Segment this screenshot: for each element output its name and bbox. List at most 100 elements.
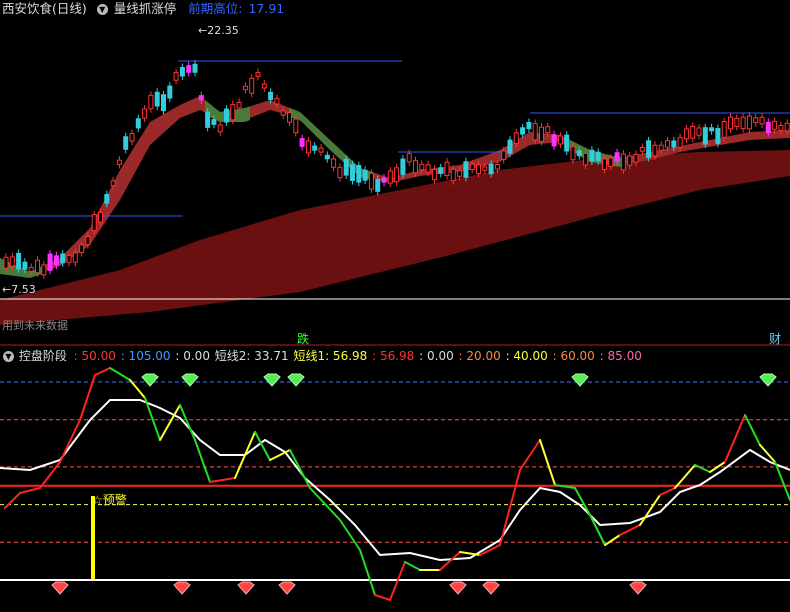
candle-body bbox=[186, 65, 192, 73]
candle-body bbox=[154, 91, 160, 107]
candle-body bbox=[66, 254, 72, 263]
candle-body bbox=[123, 136, 129, 150]
candle-body bbox=[772, 120, 778, 130]
candle-body bbox=[400, 158, 406, 175]
candle-body bbox=[268, 91, 274, 100]
candle-body bbox=[595, 151, 601, 162]
candle-body bbox=[299, 138, 305, 147]
candle-body bbox=[192, 63, 198, 73]
indicator-title[interactable]: 控盘阶段 bbox=[19, 349, 67, 363]
indicator-line-segment bbox=[109, 367, 131, 381]
candle-body bbox=[381, 177, 387, 183]
candle-body bbox=[350, 164, 355, 181]
candle-body bbox=[356, 165, 362, 183]
candle-body bbox=[198, 95, 204, 101]
indicator-value-1: : 105.00 bbox=[120, 349, 175, 363]
candle-body bbox=[753, 117, 759, 124]
candle-body bbox=[375, 178, 381, 192]
candle-body bbox=[261, 83, 267, 89]
candle-body bbox=[255, 72, 261, 77]
candle-body bbox=[702, 127, 708, 145]
candle-body bbox=[387, 170, 393, 184]
diamond-icon bbox=[181, 373, 199, 387]
candle-body bbox=[539, 126, 544, 142]
candle-body bbox=[457, 170, 463, 177]
future-data-notice: 用到未来数据 bbox=[2, 319, 68, 332]
candle-body bbox=[35, 259, 40, 274]
indicator-line-segment bbox=[374, 594, 391, 601]
candle-body bbox=[47, 253, 53, 271]
indicator-line-segment bbox=[519, 439, 541, 471]
indicator-value-9: : 60.00 bbox=[552, 349, 599, 363]
high-price-label: ←22.35 bbox=[198, 24, 239, 37]
chevron-down-icon[interactable]: ▼ bbox=[96, 4, 108, 15]
indicator-line-segment bbox=[359, 549, 376, 596]
indicator-line-segment bbox=[574, 487, 591, 516]
candle-body bbox=[570, 146, 576, 161]
candle-body bbox=[545, 126, 551, 134]
candle-body bbox=[564, 134, 570, 152]
candle-body bbox=[482, 166, 488, 171]
candle-body bbox=[236, 101, 242, 109]
candle-body bbox=[230, 104, 236, 121]
candle-body bbox=[759, 116, 765, 125]
indicator-value-8: : 40.00 bbox=[505, 349, 552, 363]
chevron-down-icon[interactable]: ▼ bbox=[3, 351, 14, 362]
main-chart-canvas[interactable] bbox=[0, 0, 790, 612]
indicator-line-segment bbox=[539, 439, 556, 486]
indicator-line-segment bbox=[309, 487, 341, 521]
indicator-header: ▼ 控盘阶段 : 50.00 : 105.00 : 0.00 短线2: 33.7… bbox=[0, 348, 790, 364]
candle-body bbox=[532, 122, 538, 141]
candle-body bbox=[217, 124, 223, 133]
candle-body bbox=[589, 149, 595, 162]
indicator-line-segment bbox=[4, 492, 21, 509]
candle-body bbox=[337, 166, 343, 179]
signal-tag-fall: 跌 bbox=[297, 332, 310, 346]
candle-body bbox=[513, 132, 519, 144]
indicator-line-segment bbox=[129, 379, 146, 399]
left-arrow-icon: ← bbox=[198, 24, 208, 37]
candle-body bbox=[287, 111, 292, 123]
candle-body bbox=[394, 167, 400, 183]
candle-body bbox=[98, 211, 103, 223]
candle-body bbox=[671, 140, 677, 148]
candle-body bbox=[501, 150, 507, 160]
chart-header: 西安饮食(日线) ▼ 量线抓涨停 前期高位: 17.91 bbox=[2, 1, 286, 17]
indicator-name[interactable]: 量线抓涨停 bbox=[114, 1, 177, 16]
candle-body bbox=[104, 194, 110, 204]
prev-high-label: 前期高位: bbox=[188, 1, 243, 16]
diamond-icon bbox=[449, 581, 467, 595]
candle-body bbox=[583, 152, 589, 166]
candle-body bbox=[161, 94, 166, 112]
candle-body bbox=[293, 118, 299, 134]
candle-body bbox=[728, 116, 733, 130]
indicator-line-segment bbox=[59, 419, 81, 463]
indicator-line-segment bbox=[499, 469, 521, 546]
indicator-line-segment bbox=[674, 464, 696, 489]
candle-body bbox=[602, 158, 607, 170]
candle-body bbox=[646, 140, 652, 158]
candle-body bbox=[211, 119, 217, 125]
indicator-line-segment bbox=[404, 561, 421, 571]
indicator-line-segment bbox=[94, 367, 111, 376]
indicator-values: : 50.00 : 105.00 : 0.00 短线2: 33.71 短线1: … bbox=[74, 349, 643, 363]
price-panel bbox=[0, 60, 790, 346]
candle-body bbox=[614, 152, 620, 162]
candle-body bbox=[129, 132, 135, 142]
indicator-value-10: : 85.00 bbox=[599, 349, 642, 363]
candle-body bbox=[116, 159, 122, 165]
candle-body bbox=[312, 145, 318, 151]
candle-body bbox=[72, 252, 78, 263]
candle-body bbox=[274, 98, 280, 105]
candle-body bbox=[305, 140, 311, 154]
candle-body bbox=[469, 163, 475, 171]
candle-body bbox=[639, 147, 645, 152]
diamond-icon bbox=[571, 373, 589, 387]
candle-body bbox=[683, 128, 689, 140]
candle-body bbox=[665, 140, 670, 148]
candle-body bbox=[746, 115, 752, 130]
candle-body bbox=[690, 126, 696, 139]
diamond-icon bbox=[759, 373, 777, 387]
candle-body bbox=[331, 158, 337, 168]
signal-tag-finance[interactable]: 财 bbox=[769, 331, 781, 347]
